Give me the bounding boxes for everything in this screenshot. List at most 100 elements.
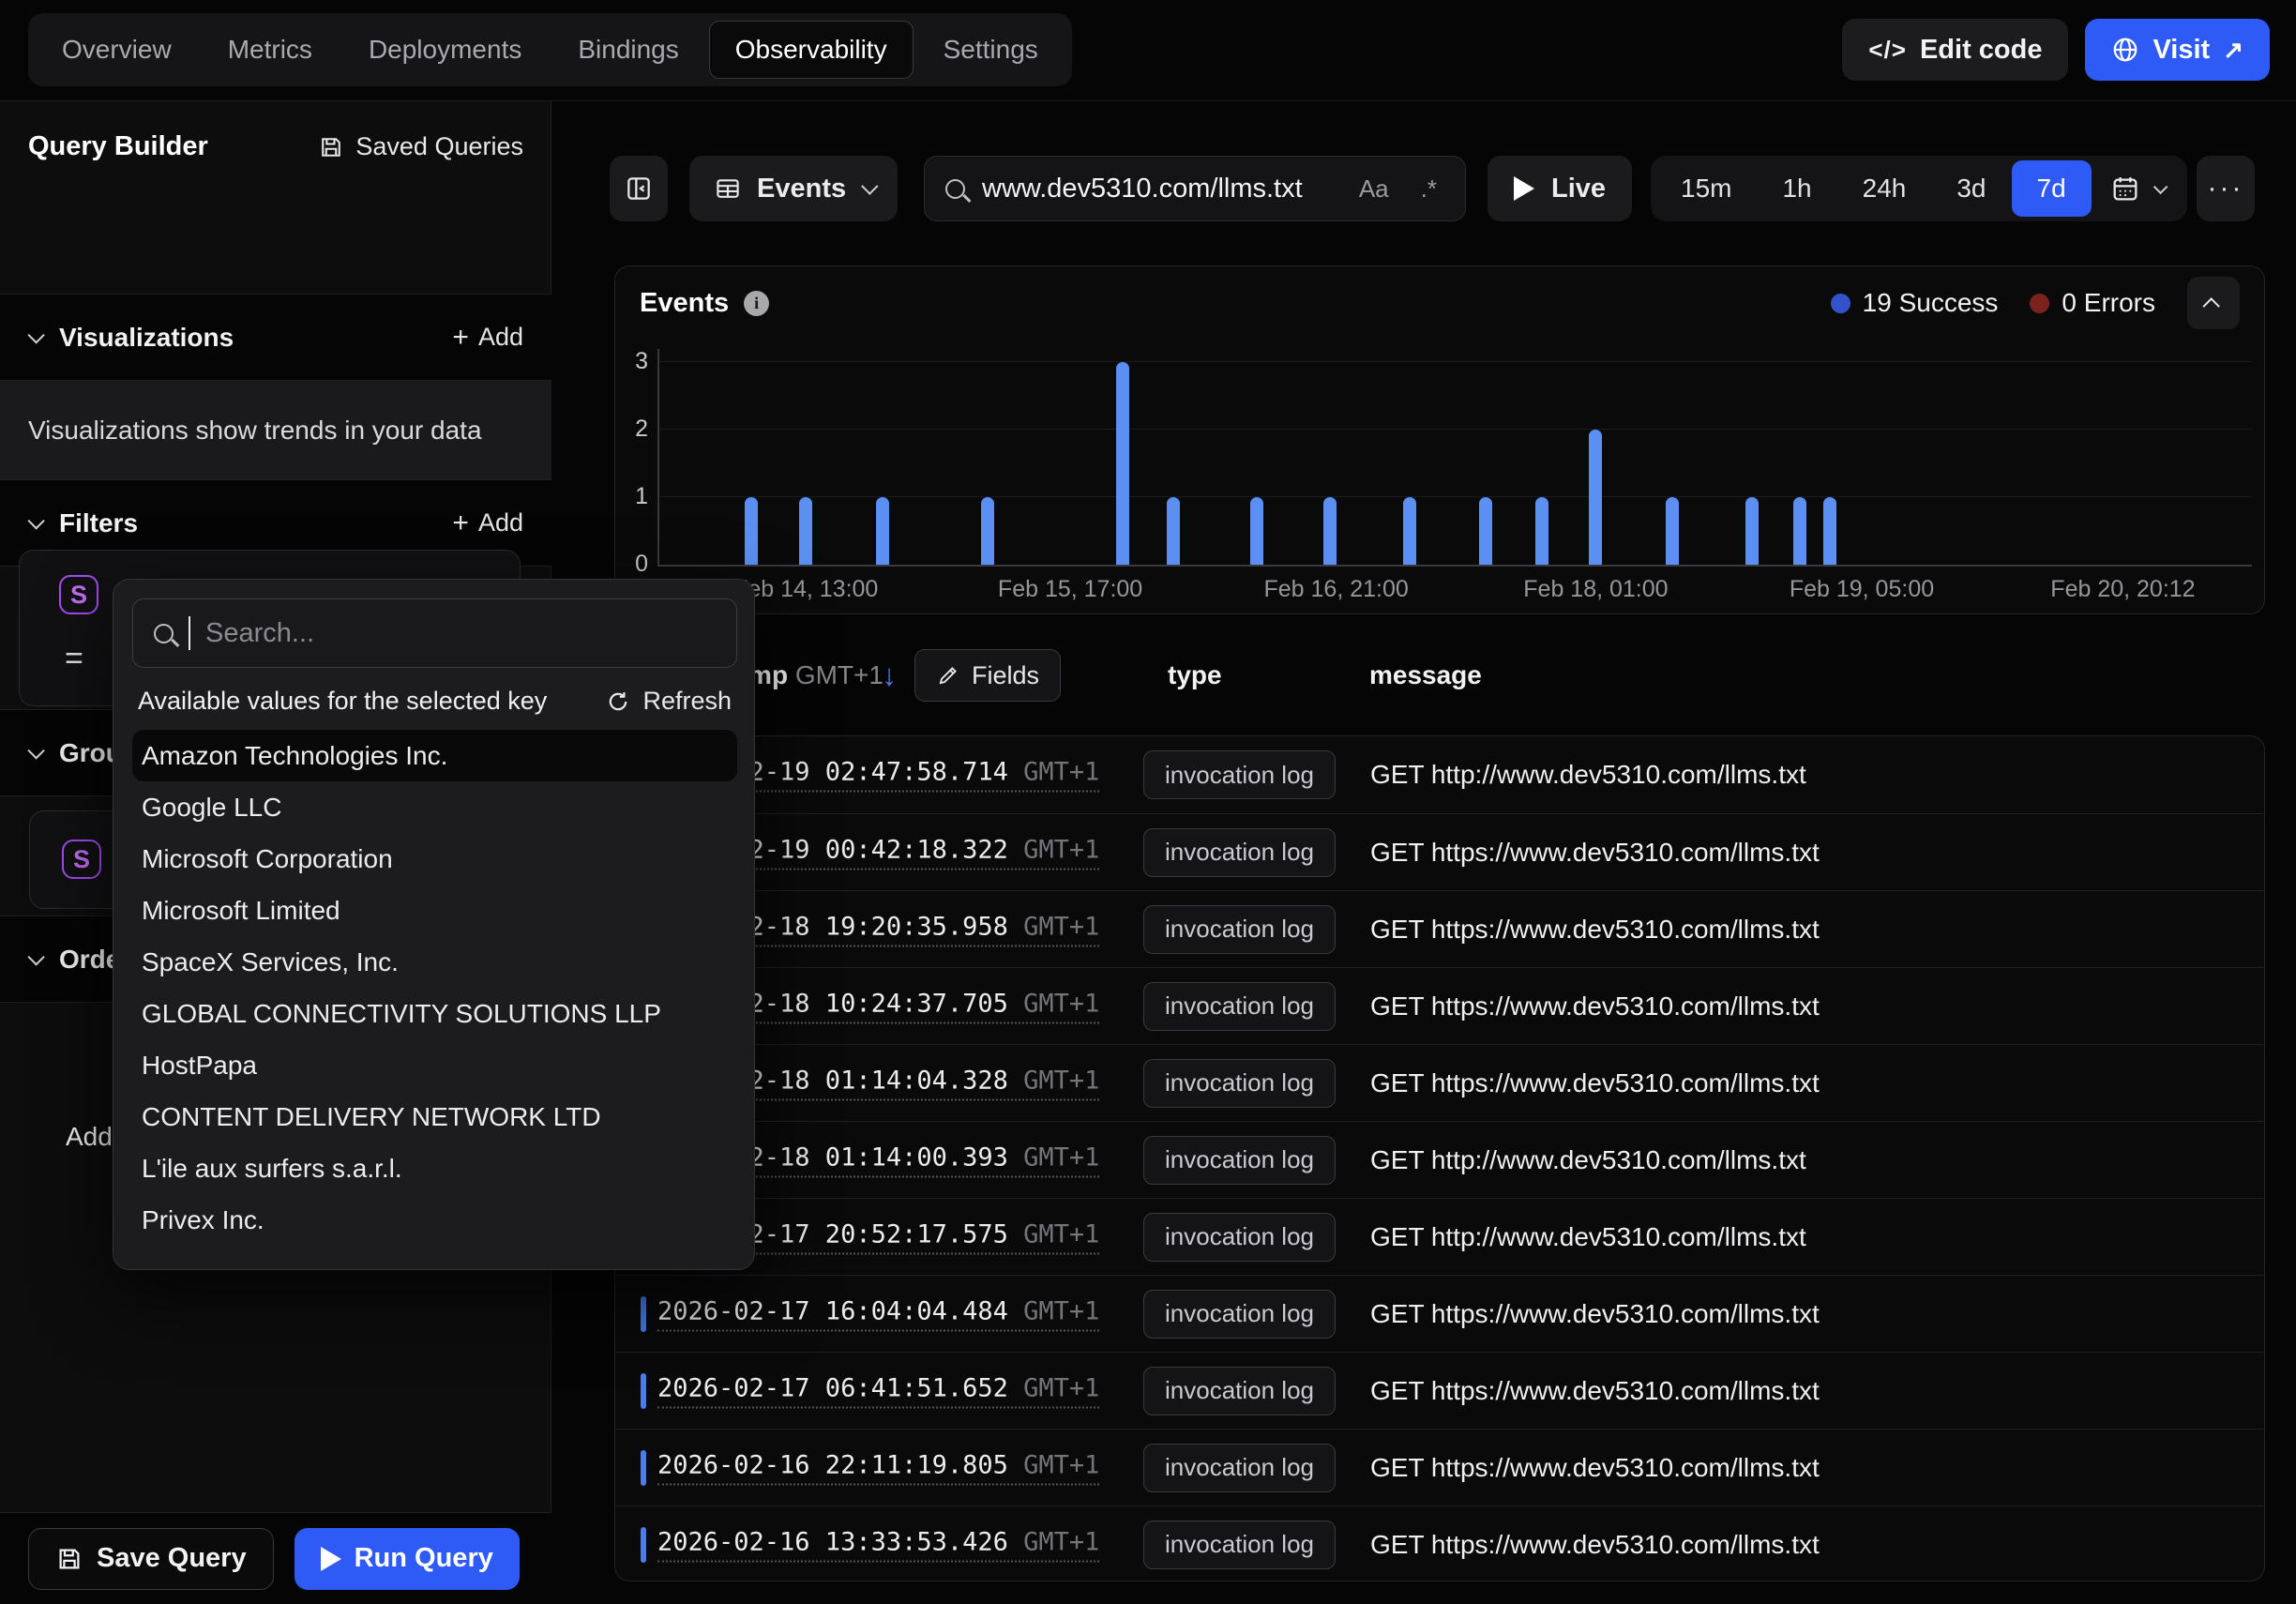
table-row[interactable]: 2026-02-18 01:14:00.393 GMT+1invocation … xyxy=(615,1121,2264,1198)
query-search-input[interactable]: www.dev5310.com/llms.txt Aa .* xyxy=(924,156,1466,221)
event-count-bar[interactable] xyxy=(745,497,758,565)
row-message: GET http://www.dev5310.com/llms.txt xyxy=(1370,1145,1806,1175)
dropdown-item[interactable]: Microsoft Corporation xyxy=(132,833,737,885)
event-count-bar[interactable] xyxy=(876,497,889,565)
y-axis-tick-label: 0 xyxy=(622,551,648,578)
visualizations-info-text: Visualizations show trends in your data xyxy=(0,381,551,479)
sort-descending-icon[interactable]: ↓ xyxy=(882,658,897,693)
dropdown-item[interactable]: Privex Inc. xyxy=(132,1194,737,1246)
event-count-bar[interactable] xyxy=(1823,497,1836,565)
view-selector-dropdown[interactable]: Events xyxy=(689,156,898,221)
time-range-24h[interactable]: 24h xyxy=(1837,160,1932,217)
refresh-button[interactable]: Refresh xyxy=(605,687,732,716)
dropdown-search-input[interactable]: Search... xyxy=(132,598,737,668)
row-type-badge: invocation log xyxy=(1143,1367,1336,1415)
table-row[interactable]: 2026-02-17 06:41:51.652 GMT+1invocation … xyxy=(615,1352,2264,1429)
chart-plot: 0123Feb 14, 13:00Feb 15, 17:00Feb 16, 21… xyxy=(657,349,2252,567)
nav-tab-group: OverviewMetricsDeploymentsBindingsObserv… xyxy=(28,13,1072,86)
table-view-icon xyxy=(714,174,742,203)
row-type-badge: invocation log xyxy=(1143,1136,1336,1185)
nav-tab-deployments[interactable]: Deployments xyxy=(342,21,548,79)
dropdown-item[interactable]: Google LLC xyxy=(132,781,737,833)
event-count-bar[interactable] xyxy=(1250,497,1263,565)
floppy-icon xyxy=(318,134,344,160)
dropdown-item[interactable]: GLOBAL CONNECTIVITY SOLUTIONS LLP xyxy=(132,988,737,1039)
table-row[interactable]: 2026-02-16 22:11:19.805 GMT+1invocation … xyxy=(615,1429,2264,1506)
regex-toggle[interactable]: .* xyxy=(1413,174,1444,204)
collapse-chart-button[interactable] xyxy=(2187,277,2240,329)
table-row[interactable]: 2026-02-18 01:14:04.328 GMT+1invocation … xyxy=(615,1044,2264,1121)
table-row[interactable]: 2026-02-17 16:04:04.484 GMT+1invocation … xyxy=(615,1275,2264,1352)
nav-tab-settings[interactable]: Settings xyxy=(917,21,1065,79)
dropdown-item[interactable]: HostPapa xyxy=(132,1039,737,1091)
event-count-bar[interactable] xyxy=(1403,497,1416,565)
type-column-header[interactable]: type xyxy=(1168,660,1222,690)
visualizations-section-header[interactable]: Visualizations +Add xyxy=(0,294,551,381)
time-range-1h[interactable]: 1h xyxy=(1757,160,1836,217)
row-message: GET https://www.dev5310.com/llms.txt xyxy=(1370,838,1820,868)
message-column-header[interactable]: message xyxy=(1369,660,1482,690)
search-value: www.dev5310.com/llms.txt xyxy=(982,174,1335,204)
collapse-sidebar-button[interactable] xyxy=(610,156,668,221)
row-message: GET https://www.dev5310.com/llms.txt xyxy=(1370,991,1820,1021)
success-dot-icon xyxy=(1831,294,1850,313)
events-table-header: timestamp GMT+1 ↓ Fields type message xyxy=(614,638,2265,713)
dropdown-item[interactable]: Microsoft Limited xyxy=(132,885,737,936)
equals-operator-icon: = xyxy=(65,641,83,677)
event-count-bar[interactable] xyxy=(1745,497,1759,565)
time-range-group: 15m1h24h3d7d xyxy=(1651,156,2187,221)
dropdown-item[interactable]: CONTENT DELIVERY NETWORK LTD xyxy=(132,1091,737,1142)
event-count-bar[interactable] xyxy=(1666,497,1679,565)
row-message: GET https://www.dev5310.com/llms.txt xyxy=(1370,1068,1820,1098)
event-count-bar[interactable] xyxy=(1167,497,1180,565)
event-count-bar[interactable] xyxy=(1323,497,1337,565)
dropdown-item[interactable]: Amazon Technologies Inc. xyxy=(132,730,737,781)
fields-button[interactable]: Fields xyxy=(914,649,1061,702)
nav-tab-observability[interactable]: Observability xyxy=(709,21,914,79)
time-range-3d[interactable]: 3d xyxy=(1931,160,2011,217)
time-range-15m[interactable]: 15m xyxy=(1655,160,1757,217)
run-query-button[interactable]: Run Query xyxy=(295,1528,520,1590)
row-message: GET https://www.dev5310.com/llms.txt xyxy=(1370,1299,1820,1329)
event-count-bar[interactable] xyxy=(981,497,994,565)
nav-tab-metrics[interactable]: Metrics xyxy=(202,21,339,79)
row-message: GET http://www.dev5310.com/llms.txt xyxy=(1370,1222,1806,1252)
event-count-bar[interactable] xyxy=(1116,362,1129,565)
visit-button[interactable]: Visit ↗ xyxy=(2085,19,2270,81)
live-button[interactable]: Live xyxy=(1488,156,1632,221)
dropdown-item[interactable]: L'ile aux surfers s.a.r.l. xyxy=(132,1142,737,1194)
more-options-button[interactable]: ··· xyxy=(2197,156,2255,221)
nav-tab-bindings[interactable]: Bindings xyxy=(551,21,704,79)
row-type-badge: invocation log xyxy=(1143,828,1336,877)
dropdown-item[interactable]: SpaceX Services, Inc. xyxy=(132,936,737,988)
event-count-bar[interactable] xyxy=(1589,430,1602,565)
match-case-toggle[interactable]: Aa xyxy=(1352,174,1397,204)
add-visualization-button[interactable]: +Add xyxy=(452,322,523,354)
x-axis-tick-label: Feb 18, 01:00 xyxy=(1523,576,1668,603)
event-count-bar[interactable] xyxy=(1535,497,1548,565)
save-query-button[interactable]: Save Query xyxy=(28,1528,274,1590)
custom-date-range-button[interactable] xyxy=(2092,174,2183,204)
add-filter-button[interactable]: +Add xyxy=(452,507,523,539)
event-count-bar[interactable] xyxy=(1793,497,1806,565)
row-type-badge: invocation log xyxy=(1143,1290,1336,1339)
view-label: Events xyxy=(757,174,846,204)
query-toolbar: Events www.dev5310.com/llms.txt Aa .* Li… xyxy=(552,101,2296,237)
table-row[interactable]: 2026-02-18 19:20:35.958 GMT+1invocation … xyxy=(615,890,2264,967)
table-row[interactable]: 2026-02-17 20:52:17.575 GMT+1invocation … xyxy=(615,1198,2264,1275)
event-count-bar[interactable] xyxy=(1479,497,1492,565)
saved-queries-button[interactable]: Saved Queries xyxy=(318,132,523,161)
table-row[interactable]: 2026-02-18 10:24:37.705 GMT+1invocation … xyxy=(615,967,2264,1044)
time-range-7d[interactable]: 7d xyxy=(2012,160,2092,217)
add-button-fragment[interactable]: Add xyxy=(66,1122,113,1152)
table-row[interactable]: 2026-02-19 02:47:58.714 GMT+1invocation … xyxy=(615,736,2264,813)
event-count-bar[interactable] xyxy=(799,497,812,565)
nav-tab-overview[interactable]: Overview xyxy=(36,21,198,79)
table-row[interactable]: 2026-02-16 13:33:53.426 GMT+1invocation … xyxy=(615,1506,2264,1581)
floppy-icon xyxy=(55,1545,83,1573)
edit-code-button[interactable]: </> Edit code xyxy=(1842,19,2068,81)
visualizations-label: Visualizations xyxy=(59,323,234,353)
table-row[interactable]: 2026-02-19 00:42:18.322 GMT+1invocation … xyxy=(615,813,2264,890)
row-type-badge: invocation log xyxy=(1143,1521,1336,1569)
value-select-dropdown: Search... Available values for the selec… xyxy=(113,579,755,1270)
